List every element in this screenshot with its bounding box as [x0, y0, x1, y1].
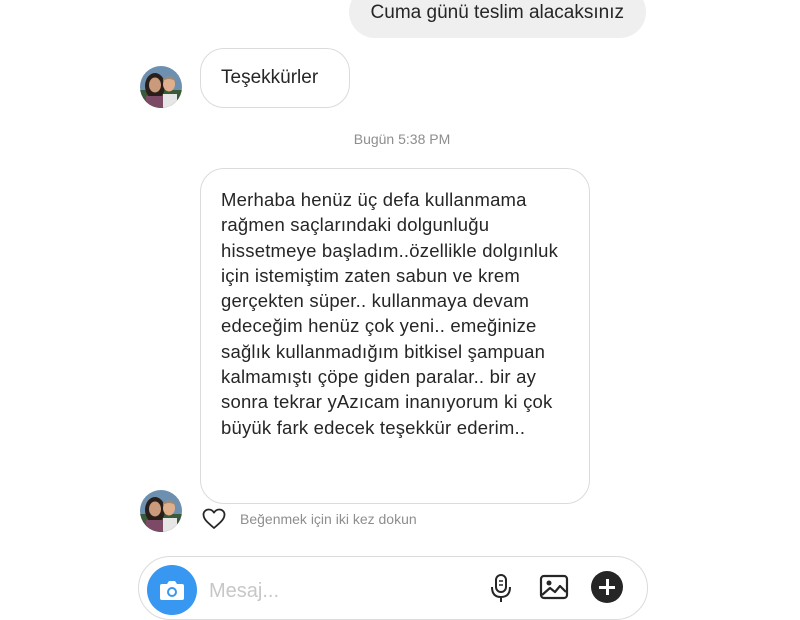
- received-long-message-text: Merhaba henüz üç defa kullanmama rağmen …: [221, 189, 559, 438]
- timestamp: Bugün 5:38 PM: [353, 131, 451, 147]
- chat-screen: Cuma günü teslim alacaksınız Teşekkürler…: [118, 0, 686, 620]
- avatar-photo: [140, 490, 182, 532]
- right-margin: [686, 0, 800, 600]
- like-hint: Beğenmek için iki kez dokun: [240, 511, 417, 527]
- heart-icon[interactable]: [202, 508, 226, 530]
- received-long-message-bubble[interactable]: Merhaba henüz üç defa kullanmama rağmen …: [200, 168, 590, 504]
- microphone-icon[interactable]: [489, 573, 513, 608]
- received-message-text: Teşekkürler: [221, 67, 319, 88]
- left-margin: [0, 0, 118, 600]
- sent-message-bubble[interactable]: Cuma günü teslim alacaksınız: [348, 0, 646, 38]
- received-message-bubble[interactable]: Teşekkürler: [200, 48, 350, 108]
- camera-icon: [160, 581, 184, 600]
- avatar-photo: [140, 66, 182, 108]
- plus-icon[interactable]: [591, 571, 623, 603]
- avatar[interactable]: [140, 490, 182, 532]
- message-composer[interactable]: Mesaj...: [138, 556, 648, 620]
- avatar[interactable]: [140, 66, 182, 108]
- sent-message-text: Cuma günü teslim alacaksınız: [370, 2, 624, 23]
- camera-button[interactable]: [147, 565, 197, 615]
- gallery-icon[interactable]: [539, 573, 569, 606]
